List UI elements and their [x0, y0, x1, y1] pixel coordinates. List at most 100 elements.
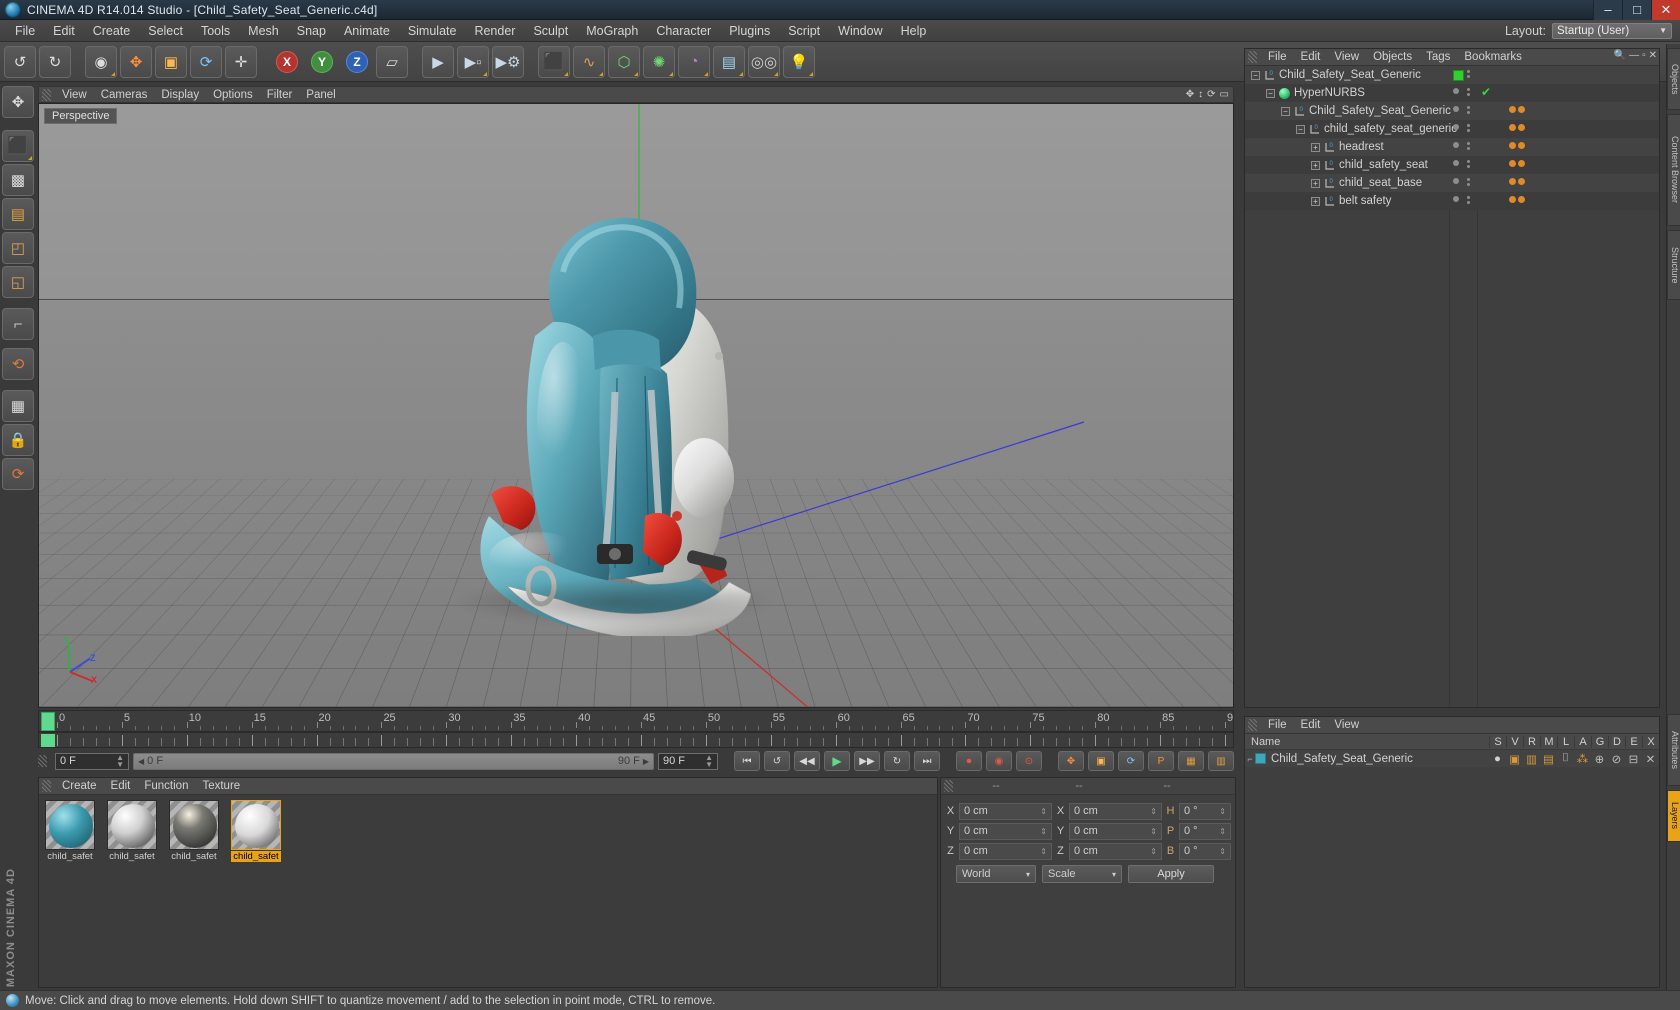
visibility-dots[interactable]: [1453, 124, 1459, 130]
search-icon[interactable]: 🔍: [1614, 50, 1626, 61]
add-nurbs-button[interactable]: ⬡: [608, 45, 640, 78]
texture-tag-icon[interactable]: [1518, 160, 1525, 167]
visibility-dots[interactable]: [1453, 70, 1464, 81]
layer-solo-toggle[interactable]: ●: [1489, 753, 1506, 765]
panel-grip-icon[interactable]: [1248, 51, 1257, 63]
go-to-start-button[interactable]: ⏮: [734, 751, 760, 771]
undo-button[interactable]: ↺: [4, 45, 36, 78]
texture-mode-button[interactable]: ◱: [2, 266, 34, 298]
tab-attributes[interactable]: Attributes: [1667, 714, 1680, 786]
menu-character[interactable]: Character: [647, 21, 720, 41]
texture-tag-icon[interactable]: [1509, 196, 1516, 203]
menu-select[interactable]: Select: [139, 21, 192, 41]
object-tree-row[interactable]: +0 child_safety_seat: [1245, 156, 1659, 174]
material-swatch[interactable]: [169, 800, 219, 850]
spinner-icon[interactable]: ⇕: [1150, 807, 1157, 816]
model-mode-button[interactable]: ◰: [2, 232, 34, 264]
object-tree-row[interactable]: − 0 Child_Safety_Seat_Generic: [1245, 66, 1659, 84]
visibility-dots[interactable]: [1453, 196, 1459, 202]
menu-render[interactable]: Render: [465, 21, 524, 41]
menu-edit[interactable]: Edit: [44, 21, 84, 41]
timeline-playhead[interactable]: [41, 712, 55, 731]
add-camera-button[interactable]: ◎◎: [748, 45, 780, 78]
panel-grip-icon[interactable]: [42, 88, 51, 101]
add-light-button[interactable]: 💡: [783, 45, 815, 78]
menu-file[interactable]: File: [6, 21, 44, 41]
apply-button[interactable]: Apply: [1128, 865, 1214, 883]
material-swatch[interactable]: [231, 800, 281, 850]
layer-expression-toggle[interactable]: ⊟: [1625, 752, 1642, 766]
editor-visibility-dot[interactable]: [1453, 124, 1459, 130]
menu-mograph[interactable]: MoGraph: [577, 21, 647, 41]
layer-manager-toggle[interactable]: ▤: [1540, 752, 1557, 766]
material-item[interactable]: child_safet: [107, 800, 157, 862]
add-scene-object-button[interactable]: ▤: [713, 45, 745, 78]
go-to-end-button[interactable]: ⏭: [914, 751, 940, 771]
play-button[interactable]: ▶: [824, 751, 850, 771]
rotation-b-input[interactable]: 0 ° ⇕: [1179, 842, 1231, 860]
rotate-view-icon[interactable]: ⟳: [1207, 89, 1215, 100]
render-settings-button[interactable]: ▶⚙: [492, 45, 524, 78]
expander-icon[interactable]: ⌐: [1245, 754, 1255, 764]
texture-tag-icon[interactable]: [1509, 142, 1516, 149]
expand-icon[interactable]: +: [1311, 178, 1320, 188]
scale-button[interactable]: ▣: [155, 45, 187, 78]
autokeying-button[interactable]: ◉: [986, 751, 1012, 771]
object-tree-row[interactable]: +0 headrest: [1245, 138, 1659, 156]
spinner-icon[interactable]: ⇕: [1150, 847, 1157, 856]
visibility-dots[interactable]: [1453, 88, 1459, 94]
restore-icon[interactable]: ▫: [1642, 50, 1646, 61]
spinner-icon[interactable]: ▲ ▼: [705, 754, 713, 769]
tab-structure[interactable]: Structure: [1667, 230, 1680, 300]
spinner-icon[interactable]: ⇕: [1219, 827, 1226, 836]
object-tree-row[interactable]: − 0 child_safety_seat_generic: [1245, 120, 1659, 138]
child-safety-seat-3d-model[interactable]: [429, 186, 799, 639]
editor-visibility-green[interactable]: [1453, 70, 1464, 81]
material-swatch[interactable]: [45, 800, 95, 850]
material-item[interactable]: child_safet: [45, 800, 95, 862]
material-menu-texture[interactable]: Texture: [195, 779, 247, 793]
object-menu-tags[interactable]: Tags: [1419, 50, 1457, 64]
object-tree-row[interactable]: − HyperNURBS ✔: [1245, 84, 1659, 102]
viewport-menu-cameras[interactable]: Cameras: [94, 88, 155, 102]
rotate-button[interactable]: ⟳: [190, 45, 222, 78]
size-y-input[interactable]: 0 cm ⇕: [1069, 822, 1162, 840]
pla-key-button[interactable]: ▦: [1178, 751, 1204, 771]
rotation-p-input[interactable]: 0 ° ⇕: [1179, 822, 1231, 840]
texture-tag-icon[interactable]: [1518, 106, 1525, 113]
rotation-h-input[interactable]: 0 ° ⇕: [1179, 802, 1231, 820]
minimize-icon[interactable]: —: [1629, 50, 1639, 61]
object-menu-edit[interactable]: Edit: [1294, 50, 1328, 64]
material-item[interactable]: child_safet: [169, 800, 219, 862]
viewport-solo-button[interactable]: ▦: [2, 390, 34, 422]
visibility-dots[interactable]: [1453, 160, 1459, 166]
tab-layers[interactable]: Layers: [1667, 790, 1680, 842]
lock-y-axis-button[interactable]: Y: [306, 46, 338, 78]
menu-simulate[interactable]: Simulate: [399, 21, 466, 41]
object-tags[interactable]: [1509, 106, 1525, 113]
menu-window[interactable]: Window: [829, 21, 891, 41]
material-item-selected[interactable]: child_safet: [231, 800, 281, 862]
render-visibility-dots[interactable]: [1467, 106, 1470, 114]
editor-visibility-dot[interactable]: [1453, 196, 1459, 202]
add-array-button[interactable]: ✺: [643, 45, 675, 78]
object-tags[interactable]: [1509, 160, 1525, 167]
viewport-menu-options[interactable]: Options: [206, 88, 260, 102]
live-selection-button[interactable]: ◉: [85, 45, 117, 78]
lock-x-axis-button[interactable]: X: [271, 46, 303, 78]
object-tree-row[interactable]: − 0 Child_Safety_Seat_Generic: [1245, 102, 1659, 120]
end-frame-input[interactable]: 90 F ▲ ▼: [658, 752, 718, 770]
add-cube-button[interactable]: ⬛: [538, 45, 570, 78]
editor-visibility-dot[interactable]: [1453, 142, 1459, 148]
layer-xref-toggle[interactable]: ✕: [1642, 752, 1659, 766]
object-tree[interactable]: −0 Child_Safety_Seat_Generic − HyperNURBS ✔ −…: [1245, 66, 1659, 707]
material-menu-edit[interactable]: Edit: [104, 779, 138, 793]
edge-mode-button[interactable]: ▩: [2, 164, 34, 196]
render-visibility-dots[interactable]: [1467, 196, 1470, 204]
scale-key-button[interactable]: ▣: [1088, 751, 1114, 771]
spinner-icon[interactable]: ⇕: [1219, 807, 1226, 816]
position-x-input[interactable]: 0 cm ⇕: [959, 802, 1052, 820]
collapse-icon[interactable]: −: [1266, 88, 1275, 98]
menu-sculpt[interactable]: Sculpt: [524, 21, 577, 41]
preview-range-bar[interactable]: ◀ 0 F 90 F ▶: [133, 752, 654, 770]
